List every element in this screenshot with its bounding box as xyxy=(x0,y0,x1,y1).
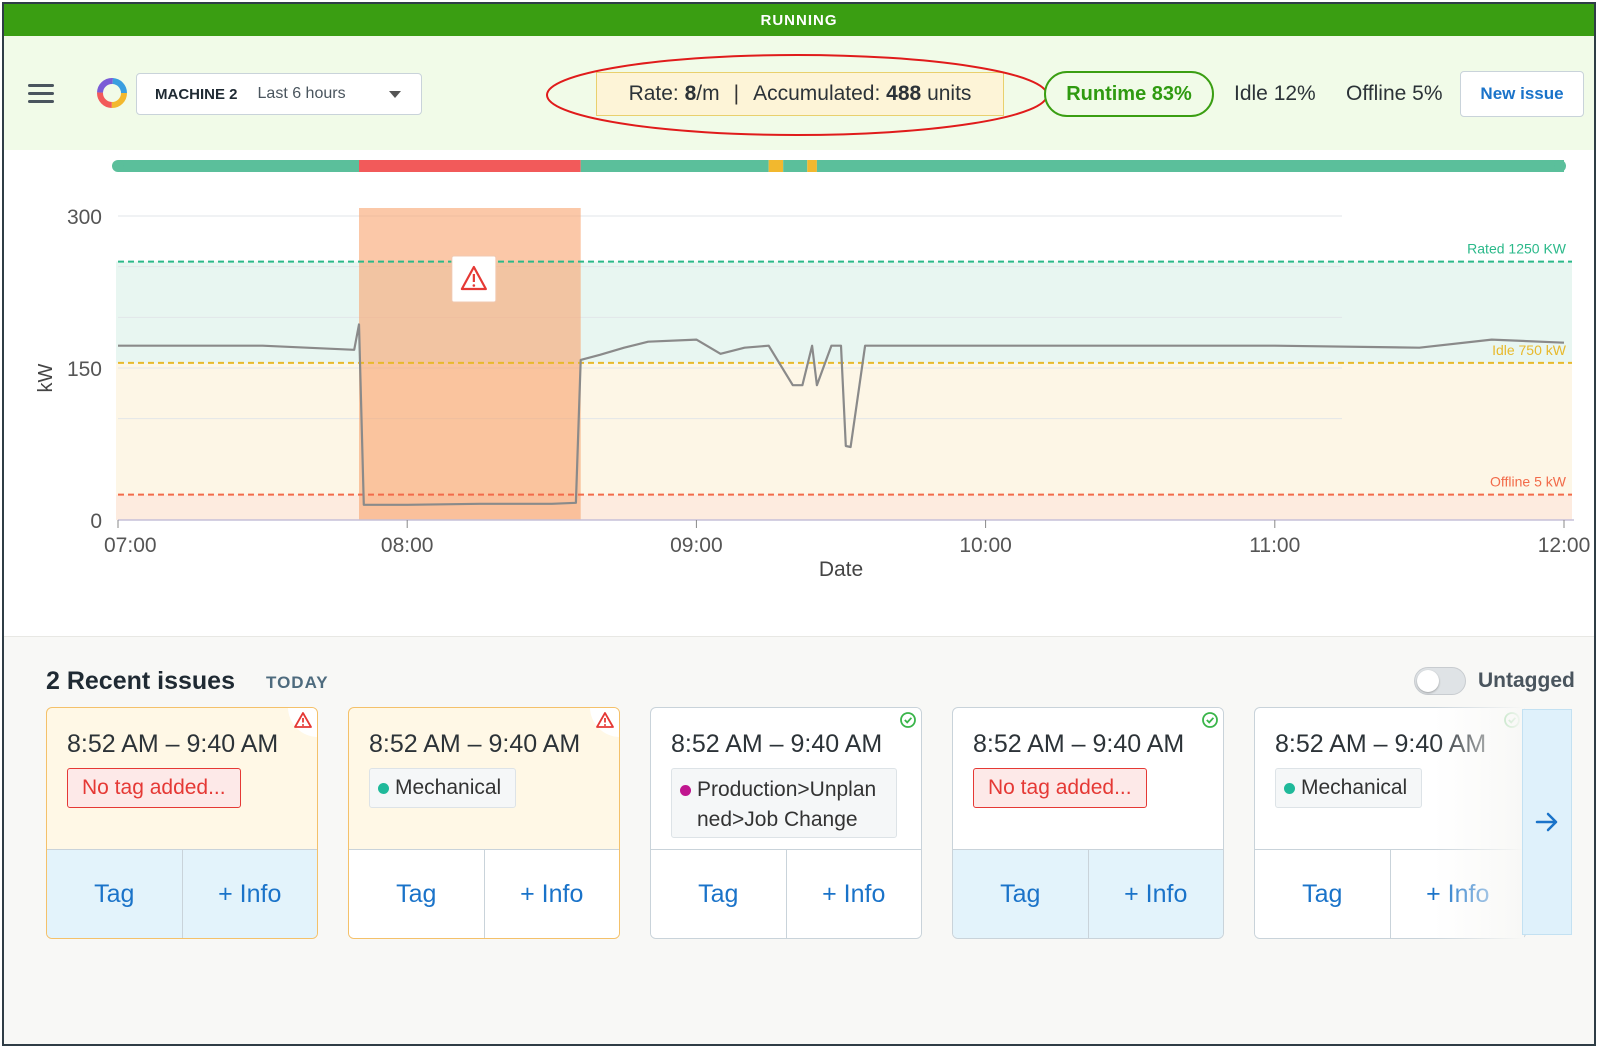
tag-chip: Production>Unplan ned>Job Change xyxy=(671,768,897,838)
highlight-ellipse xyxy=(546,54,1048,136)
timeline-segment xyxy=(359,160,581,172)
info-button[interactable]: + Info xyxy=(1087,850,1224,938)
check-circle-icon xyxy=(892,708,921,737)
tag-button[interactable]: Tag xyxy=(1255,850,1390,938)
issue-time: 8:52 AM – 9:40 AM xyxy=(973,730,1185,758)
issues-title: 2 Recent issues xyxy=(46,667,235,695)
tag-chip: No tag added... xyxy=(973,768,1147,808)
card-actions: Tag + Info xyxy=(47,849,317,938)
issue-card[interactable]: 8:52 AM – 9:40 AM No tag added... Tag + … xyxy=(952,707,1224,939)
issue-card[interactable]: 8:52 AM – 9:40 AM No tag added... Tag + … xyxy=(46,707,318,939)
power-chart: Rated 1250 KW Idle 750 kW Offline 5 kW 0 150… xyxy=(35,160,1591,581)
tag-button[interactable]: Tag xyxy=(47,850,182,938)
tag-text-line: Production>Unplan xyxy=(697,778,877,801)
category-dot xyxy=(1284,782,1295,794)
tag-chip: Mechanical xyxy=(1275,768,1423,808)
time-range: Last 6 hours xyxy=(257,85,346,102)
top-toolbar: MACHINE 2 Last 6 hours Rate: 8/m | Accum… xyxy=(4,36,1594,150)
offline-stat: Offline 5% xyxy=(1346,82,1443,105)
issue-card[interactable]: 8:52 AM – 9:40 AM Mechanical Tag + Info xyxy=(348,707,620,939)
toggle-knob xyxy=(1417,670,1439,692)
card-actions: Tag + Info xyxy=(349,849,619,938)
period-label: TODAY xyxy=(266,673,329,692)
issue-card[interactable]: 8:52 AM – 9:40 AM Production>Unplan ned>J… xyxy=(650,707,922,939)
x-tick-label: 12:00 xyxy=(1538,534,1591,557)
timeline-cap xyxy=(112,160,124,172)
x-tick-label: 07:00 xyxy=(104,534,157,557)
app-frame: RUNNING MACHINE 2 Last 6 hours Rate: 8/m… xyxy=(2,2,1596,1046)
timeline-segment xyxy=(768,160,784,172)
idle-stat: Idle 12% xyxy=(1234,82,1316,105)
info-button[interactable]: + Info xyxy=(785,850,922,938)
tag-chip: Mechanical xyxy=(369,768,517,808)
offline-band xyxy=(116,494,1572,520)
hamburger-icon[interactable] xyxy=(28,84,54,104)
y-tick-label: 300 xyxy=(67,206,102,229)
y-axis-label: kW xyxy=(35,363,57,392)
x-axis-label: Date xyxy=(819,558,863,581)
issue-time: 8:52 AM – 9:40 AM xyxy=(671,730,883,758)
timeline-segment xyxy=(580,160,769,172)
x-tick-label: 09:00 xyxy=(670,534,723,557)
card-actions: Tag + Info xyxy=(651,849,921,938)
category-dot xyxy=(378,782,389,794)
timeline-cap xyxy=(1554,160,1566,172)
x-tick-label: 11:00 xyxy=(1249,534,1300,557)
x-tick-label: 10:00 xyxy=(959,534,1012,557)
machine-status-bar: RUNNING xyxy=(4,4,1594,36)
scroll-fade xyxy=(1434,697,1524,947)
issue-time: 8:52 AM – 9:40 AM xyxy=(67,730,279,758)
tag-text: Production>Unplan ned>Job Change xyxy=(697,775,876,835)
y-tick-label: 150 xyxy=(67,358,102,381)
timeline-segment xyxy=(118,160,359,172)
runtime-badge: Runtime 83% xyxy=(1044,71,1214,117)
machine-range-select[interactable]: MACHINE 2 Last 6 hours xyxy=(136,73,422,115)
untagged-label: Untagged xyxy=(1478,669,1575,692)
tag-text-line: ned>Job Change xyxy=(697,808,858,831)
arrow-right-icon xyxy=(1535,812,1558,832)
timeline-segment xyxy=(816,160,1564,172)
threshold-label: Idle 750 kW xyxy=(1492,342,1567,358)
x-tick-label: 08:00 xyxy=(381,534,434,557)
threshold-label: Rated 1250 KW xyxy=(1467,241,1567,257)
untagged-toggle[interactable] xyxy=(1414,667,1466,695)
ring-logo-icon xyxy=(97,78,127,108)
chevron-down-icon xyxy=(389,91,401,98)
issue-time: 8:52 AM – 9:40 AM xyxy=(369,730,581,758)
warning-icon xyxy=(288,708,317,737)
y-tick-label: 0 xyxy=(90,510,102,533)
new-issue-button[interactable]: New issue xyxy=(1460,71,1584,117)
tag-button[interactable]: Tag xyxy=(651,850,786,938)
card-actions: Tag + Info xyxy=(953,849,1223,938)
machine-name: MACHINE 2 xyxy=(155,85,238,103)
warning-icon xyxy=(590,708,619,737)
info-button[interactable]: + Info xyxy=(483,850,620,938)
tag-button[interactable]: Tag xyxy=(953,850,1088,938)
tag-button[interactable]: Tag xyxy=(349,850,484,938)
threshold-label: Offline 5 kW xyxy=(1490,474,1567,490)
check-circle-icon xyxy=(1194,708,1223,737)
category-dot xyxy=(680,785,691,796)
info-button[interactable]: + Info xyxy=(181,850,318,938)
timeline-segment xyxy=(807,160,817,172)
tag-text: Mechanical xyxy=(395,776,502,799)
warning-icon-dot xyxy=(472,284,476,287)
tag-text: Mechanical xyxy=(1301,776,1408,799)
next-issues-button[interactable] xyxy=(1522,709,1572,935)
recent-issues-section: 2 Recent issues TODAY Untagged 8:52 AM –… xyxy=(4,636,1594,1044)
tag-chip: No tag added... xyxy=(67,768,241,808)
highlight-region xyxy=(359,208,581,520)
timeline-segment xyxy=(783,160,808,172)
